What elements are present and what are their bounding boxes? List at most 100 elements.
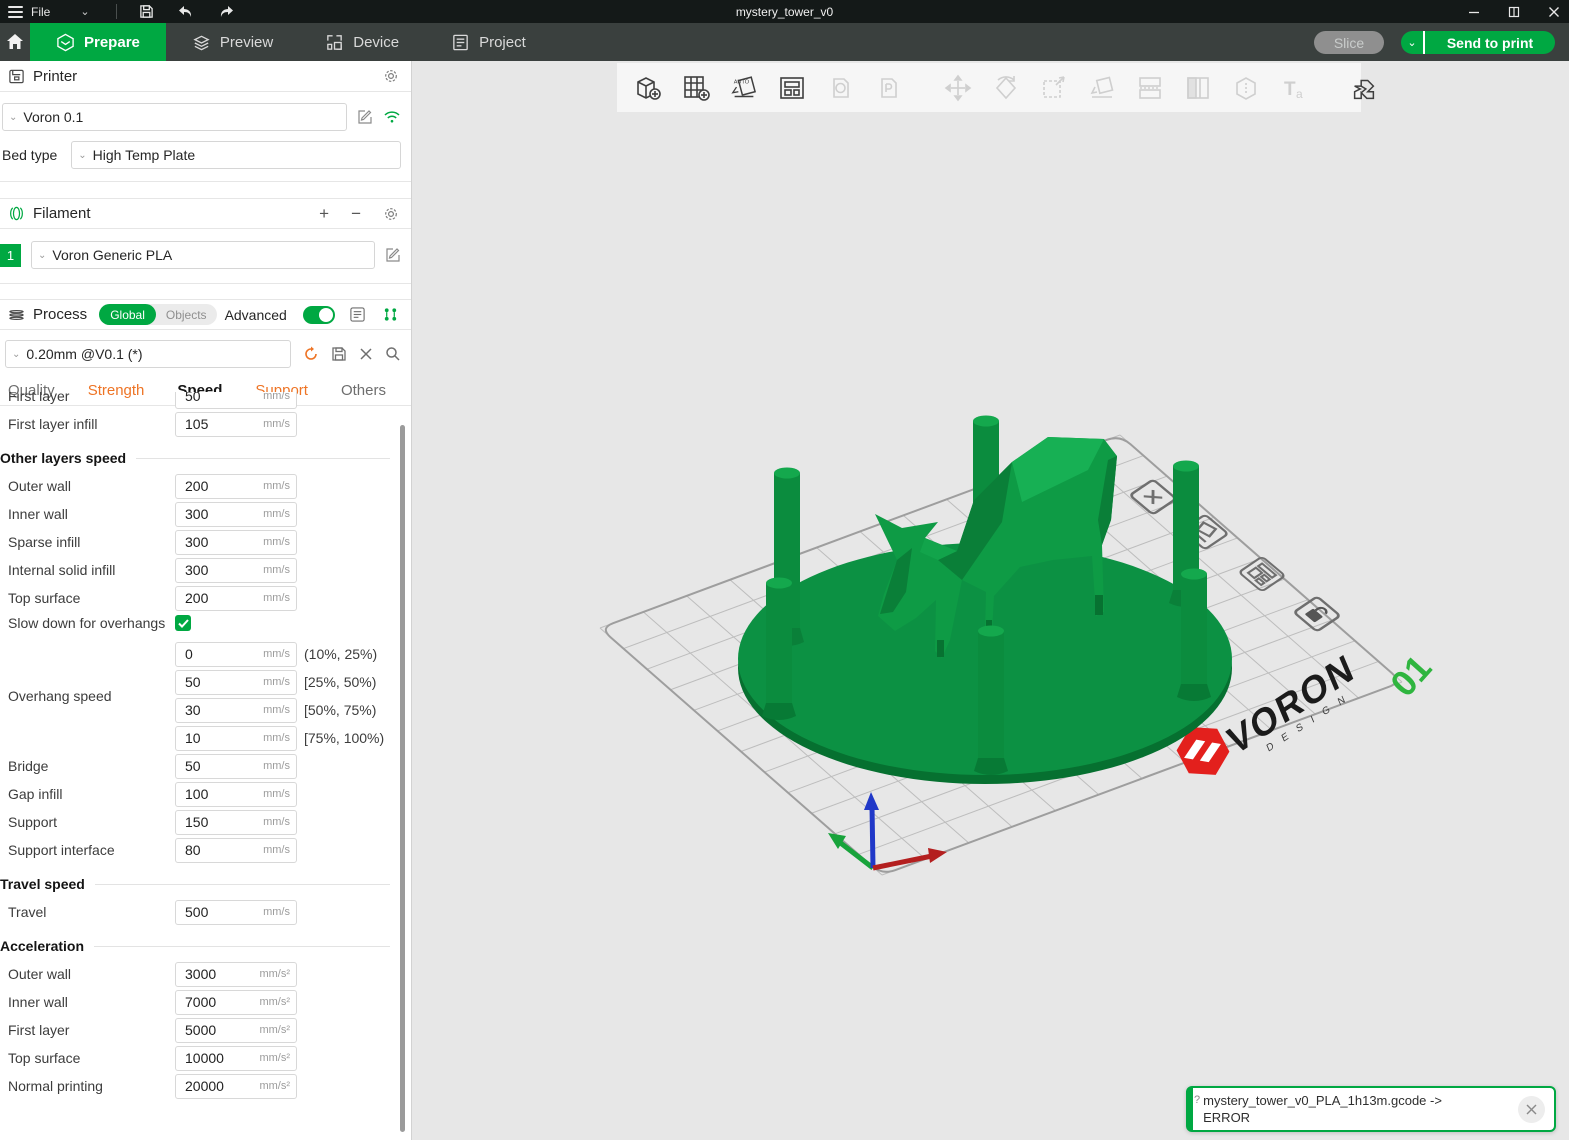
filament-select[interactable]: ⌄ Voron Generic PLA [31,241,375,269]
divider [116,4,117,19]
variable-layer-height-icon[interactable] [1183,73,1213,103]
printer-settings-gear-icon[interactable] [383,68,399,84]
toast-line2: ERROR [1203,1109,1518,1126]
setting-input[interactable]: 10mm/s [175,726,297,751]
tab-preview[interactable]: Preview [166,23,299,61]
process-scope-toggle[interactable]: Global Objects [99,304,216,325]
advanced-label: Advanced [225,307,287,323]
sidebar: Printer ⌄ Voron 0.1 Bed type ⌄ High Temp… [0,61,412,1140]
setting-input[interactable]: 0mm/s [175,642,297,667]
setting-input[interactable]: 7000mm/s² [175,990,297,1015]
setting-input[interactable]: 500mm/s [175,900,297,925]
main-menu-icon[interactable] [8,6,23,18]
file-menu-chevron-icon[interactable]: ⌄ [80,5,89,18]
save-icon[interactable] [139,4,154,19]
setting-input[interactable]: 80mm/s [175,838,297,863]
wifi-connection-icon[interactable] [383,110,401,124]
section-header: Travel speed [0,876,398,892]
close-button[interactable] [1547,5,1561,19]
setting-input[interactable]: 20000mm/s² [175,1074,297,1099]
send-options-chevron-icon[interactable]: ⌄ [1401,31,1425,54]
printer-select[interactable]: ⌄ Voron 0.1 [2,103,347,131]
delete-preset-icon[interactable] [359,347,373,361]
search-preset-icon[interactable] [385,346,401,362]
process-compare-icon[interactable] [382,306,399,323]
setting-input[interactable]: 200mm/s [175,586,297,611]
tab-project[interactable]: Project [425,23,552,61]
rotate-icon[interactable] [991,73,1021,103]
process-preset-select[interactable]: ⌄ 0.20mm @V0.1 (*) [5,340,291,368]
move-icon[interactable] [943,73,973,103]
chevron-down-icon: ⌄ [9,112,17,123]
setting-input[interactable]: 3000mm/s² [175,962,297,987]
filament-slot-badge[interactable]: 1 [0,244,21,267]
bed-type-select[interactable]: ⌄ High Temp Plate [71,141,401,169]
setting-input[interactable]: 10000mm/s² [175,1046,297,1071]
paste-icon[interactable] [873,73,903,103]
home-button[interactable] [0,23,30,61]
section-header: Acceleration [0,938,398,954]
send-to-print-button[interactable]: Send to print [1425,31,1555,54]
setting-input[interactable]: 150mm/s [175,810,297,835]
setting-input[interactable]: 300mm/s [175,530,297,555]
process-section-header: Process Global Objects Advanced [0,299,411,330]
minimize-button[interactable] [1467,5,1481,19]
setting-input[interactable]: 100mm/s [175,782,297,807]
mesh-boolean-icon[interactable] [1231,73,1261,103]
save-preset-icon[interactable] [331,346,347,362]
setting-input[interactable]: 105mm/s [175,412,297,437]
filament-settings-gear-icon[interactable] [383,206,399,222]
text-tool-icon[interactable]: Ta [1279,73,1309,103]
setting-input[interactable]: 30mm/s [175,698,297,723]
svg-text:T: T [1284,79,1296,100]
setting-input[interactable]: 300mm/s [175,558,297,583]
plate-lock-icon[interactable] [1294,597,1340,632]
maximize-button[interactable] [1507,5,1521,19]
setting-input[interactable]: 300mm/s [175,502,297,527]
plate-delete-icon[interactable] [1130,480,1176,515]
tab-device[interactable]: Device [299,23,425,61]
setting-input[interactable]: 50mm/s [175,392,297,409]
scale-icon[interactable] [1039,73,1069,103]
toast-line1: mystery_tower_v0_PLA_1h13m.gcode -> [1203,1092,1518,1109]
slice-button[interactable]: Slice [1314,31,1384,54]
setting-input[interactable]: 5000mm/s² [175,1018,297,1043]
scope-global[interactable]: Global [99,304,156,325]
parameter-list-icon[interactable] [349,306,366,323]
assembly-view-icon[interactable] [1349,73,1379,103]
undo-icon[interactable] [178,5,194,19]
file-menu[interactable]: File [31,5,50,19]
toast-close-icon[interactable] [1518,1096,1545,1123]
setting-row: Top surface10000mm/s² [0,1044,398,1072]
scope-objects[interactable]: Objects [156,308,217,322]
reset-preset-icon[interactable] [303,346,319,362]
setting-input[interactable]: 200mm/s [175,474,297,499]
checkbox-checked[interactable] [175,615,191,631]
setting-row: Normal printing20000mm/s² [0,1072,398,1100]
copy-icon[interactable] [825,73,855,103]
arrange-icon[interactable] [777,73,807,103]
setting-row: First layer50mm/s [0,392,398,410]
edit-filament-icon[interactable] [385,247,401,263]
build-plate-scene[interactable]: VORON D E S I G N 01 [413,61,1569,1140]
add-filament-icon[interactable]: + [319,204,329,224]
setting-input[interactable]: 50mm/s [175,670,297,695]
settings-scrollbar[interactable] [400,425,405,1132]
tab-prepare[interactable]: Prepare [30,23,166,61]
setting-input[interactable]: 50mm/s [175,754,297,779]
setting-row: Sparse infill300mm/s [0,528,398,556]
redo-icon[interactable] [218,5,234,19]
setting-row: Gap infill100mm/s [0,780,398,808]
remove-filament-icon[interactable]: − [351,204,361,224]
add-object-icon[interactable] [633,73,663,103]
lay-on-face-icon[interactable] [1087,73,1117,103]
edit-printer-icon[interactable] [357,109,373,125]
split-icon[interactable] [1135,73,1165,103]
viewport-3d[interactable]: VORON D E S I G N 01 [413,61,1569,1140]
auto-orient-icon[interactable]: AUTO [729,73,759,103]
setting-row-multi: Overhang speed0mm/s(10%, 25%)50mm/s[25%,… [0,640,398,752]
advanced-toggle[interactable] [303,306,335,324]
setting-row: First layer infill105mm/s [0,410,398,438]
main-tab-bar: Prepare Preview Device Project Slice ⌄ S… [0,23,1569,61]
add-plate-icon[interactable] [681,73,711,103]
